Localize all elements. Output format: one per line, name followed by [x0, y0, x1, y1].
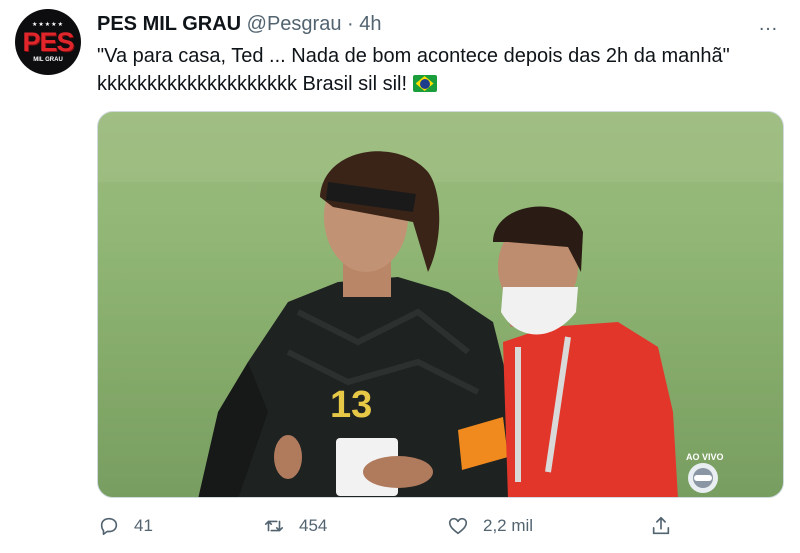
retweet-icon [264, 520, 284, 532]
broadcast-live-label: AO VIVO [686, 452, 724, 462]
tweet-text: "Va para casa, Ted ... Nada de bom acont… [97, 42, 787, 98]
reply-button[interactable]: 41 [98, 515, 153, 537]
display-name[interactable]: PES MIL GRAU [97, 13, 241, 35]
reply-icon [100, 517, 118, 536]
photo-illustration: 13 [98, 112, 783, 497]
tweet-text-line-with-flag: kkkkkkkkkkkkkkkkkkkk Brasil sil sil! [97, 70, 787, 98]
jersey-number: 13 [330, 384, 372, 426]
avatar-logo-subtext: MIL GRAU [33, 56, 63, 63]
more-options-icon[interactable]: … [758, 13, 779, 36]
timestamp[interactable]: 4h [359, 13, 381, 35]
like-button[interactable]: 2,2 mil [447, 515, 533, 537]
like-count: 2,2 mil [483, 516, 534, 535]
reply-count: 41 [134, 516, 153, 535]
brazil-flag-icon [412, 75, 437, 92]
retweet-count: 454 [299, 516, 328, 535]
avatar[interactable]: ★★★★★ PES MIL GRAU [15, 9, 81, 75]
tweet-text-line: kkkkkkkkkkkkkkkkkkkk Brasil sil sil! [97, 73, 408, 95]
tweet-text-line: "Va para casa, Ted ... Nada de bom acont… [97, 45, 730, 67]
avatar-logo-text: PES [22, 26, 74, 57]
heart-icon [448, 517, 468, 535]
share-button[interactable] [650, 515, 686, 537]
user-handle[interactable]: @Pesgrau [247, 13, 342, 35]
separator-dot: · [347, 13, 354, 35]
share-icon [652, 516, 670, 535]
tweet-actions: 41 454 2,2 mil [0, 515, 800, 545]
tweet-media-image[interactable]: 13 AO VIVO [97, 111, 784, 498]
tweet-header: PES MIL GRAU @Pesgrau · 4h [97, 13, 382, 36]
retweet-button[interactable]: 454 [263, 515, 327, 537]
